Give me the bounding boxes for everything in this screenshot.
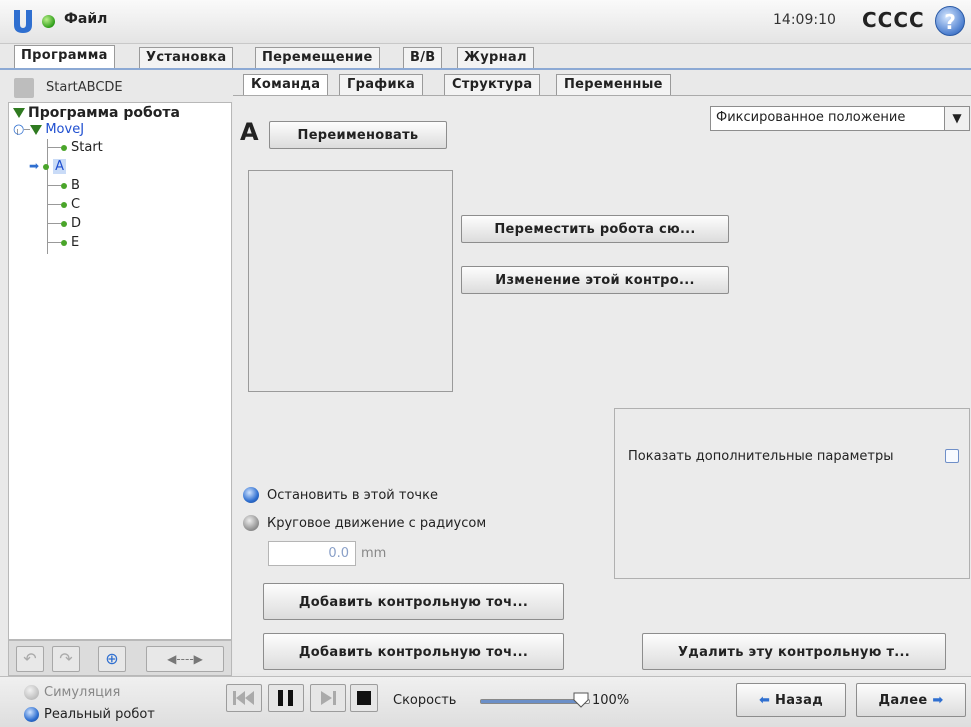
speed-slider-thumb[interactable] [573, 692, 589, 708]
arrow-right-icon: ➡ [932, 693, 944, 708]
chevron-down-icon[interactable]: ▼ [944, 107, 969, 130]
waypoint-icon [61, 220, 67, 227]
advanced-options-checkbox[interactable] [945, 449, 959, 463]
speed-label: Скорость [393, 693, 457, 708]
waypoint-icon [61, 201, 67, 208]
add-waypoint-after-button[interactable]: Добавить контрольную точ... [263, 633, 564, 670]
move-robot-here-button[interactable]: Переместить робота сю... [461, 215, 729, 243]
program-name: StartABCDE [46, 80, 123, 95]
redo-icon[interactable]: ↷ [52, 646, 80, 672]
tree-waypoint[interactable]: B [47, 178, 80, 193]
position-type-value: Фиксированное положение [716, 110, 906, 125]
tab-graphics[interactable]: Графика [339, 74, 424, 95]
waypoint-icon [61, 144, 67, 151]
pause-icon[interactable] [268, 684, 304, 712]
delete-waypoint-button[interactable]: Удалить эту контрольную т... [642, 633, 946, 670]
clock: 14:09:10 [773, 12, 836, 28]
simulation-label: Симуляция [44, 685, 121, 700]
goto-current-icon[interactable]: ⊕ [98, 646, 126, 672]
tree-movej-label: MoveJ [45, 122, 85, 137]
tab-program[interactable]: Программа [14, 45, 115, 68]
tree-root-label: Программа робота [28, 105, 180, 121]
step-icon[interactable] [310, 684, 346, 712]
stop-here-label: Остановить в этой точке [267, 488, 438, 503]
next-button[interactable]: Далее ➡ [856, 683, 966, 717]
tab-variables[interactable]: Переменные [556, 74, 671, 95]
save-icon[interactable] [14, 78, 34, 98]
expand-icon [30, 124, 43, 135]
waypoint-name: A [240, 118, 259, 146]
rename-button[interactable]: Переименовать [269, 121, 447, 149]
file-menu[interactable]: Файл [64, 11, 107, 27]
blend-radio[interactable] [243, 515, 259, 531]
tab-io[interactable]: В/В [403, 47, 443, 68]
connector-icon: ○ [13, 122, 25, 137]
robot-name: CCCC [862, 8, 925, 32]
back-button[interactable]: ⬅ Назад [736, 683, 846, 717]
undo-icon[interactable]: ↶ [16, 646, 44, 672]
program-tree: Программа робота ○ MoveJ Start ➡ A B C D E [8, 102, 232, 640]
tree-waypoint[interactable]: C [47, 197, 80, 212]
waypoint-icon [61, 239, 67, 246]
arrow-left-icon: ⬅ [758, 693, 771, 708]
tab-command[interactable]: Команда [243, 74, 329, 95]
blend-label: Круговое движение с радиусом [267, 516, 487, 531]
tab-installation[interactable]: Установка [139, 47, 234, 68]
tab-move[interactable]: Перемещение [255, 47, 380, 68]
real-robot-label: Реальный робот [44, 707, 155, 722]
tree-movej[interactable]: ○ MoveJ [13, 122, 84, 137]
waypoint-icon [43, 163, 50, 170]
blend-radius-input[interactable]: 0.0 [268, 541, 356, 566]
tree-waypoint[interactable]: E [47, 235, 79, 250]
rewind-icon[interactable] [226, 684, 262, 712]
tree-root[interactable]: Программа робота [13, 105, 180, 121]
current-arrow-icon: ➡ [29, 159, 40, 173]
advanced-options-label: Показать дополнительные параметры [628, 449, 894, 464]
robot-status-icon [42, 15, 55, 28]
tab-log[interactable]: Журнал [457, 47, 534, 68]
stop-here-radio[interactable] [243, 487, 259, 503]
expand-icon [13, 108, 25, 118]
tab-underline [0, 68, 971, 70]
tree-waypoint-selected[interactable]: ➡ A [29, 159, 66, 174]
tree-waypoint[interactable]: Start [47, 140, 103, 155]
blend-unit: mm [361, 546, 387, 561]
help-icon[interactable]: ? [935, 6, 965, 36]
speed-value: 100% [592, 693, 630, 708]
advanced-options-panel [614, 408, 970, 579]
simulation-radio[interactable] [24, 685, 39, 700]
waypoint-icon [61, 182, 67, 189]
ur-logo [12, 8, 34, 34]
stop-icon[interactable] [350, 684, 378, 712]
real-robot-radio[interactable] [24, 707, 39, 722]
add-waypoint-before-button[interactable]: Добавить контрольную точ... [263, 583, 564, 620]
change-waypoint-button[interactable]: Изменение этой контро... [461, 266, 729, 294]
back-button-label: Назад [775, 693, 823, 708]
next-button-label: Далее [878, 693, 928, 708]
speed-slider-fill [481, 700, 581, 703]
tab-structure[interactable]: Структура [444, 74, 541, 95]
move-node-icon[interactable]: ◀----▶ [146, 646, 224, 672]
waypoint-preview [248, 170, 453, 392]
tree-waypoint[interactable]: D [47, 216, 81, 231]
